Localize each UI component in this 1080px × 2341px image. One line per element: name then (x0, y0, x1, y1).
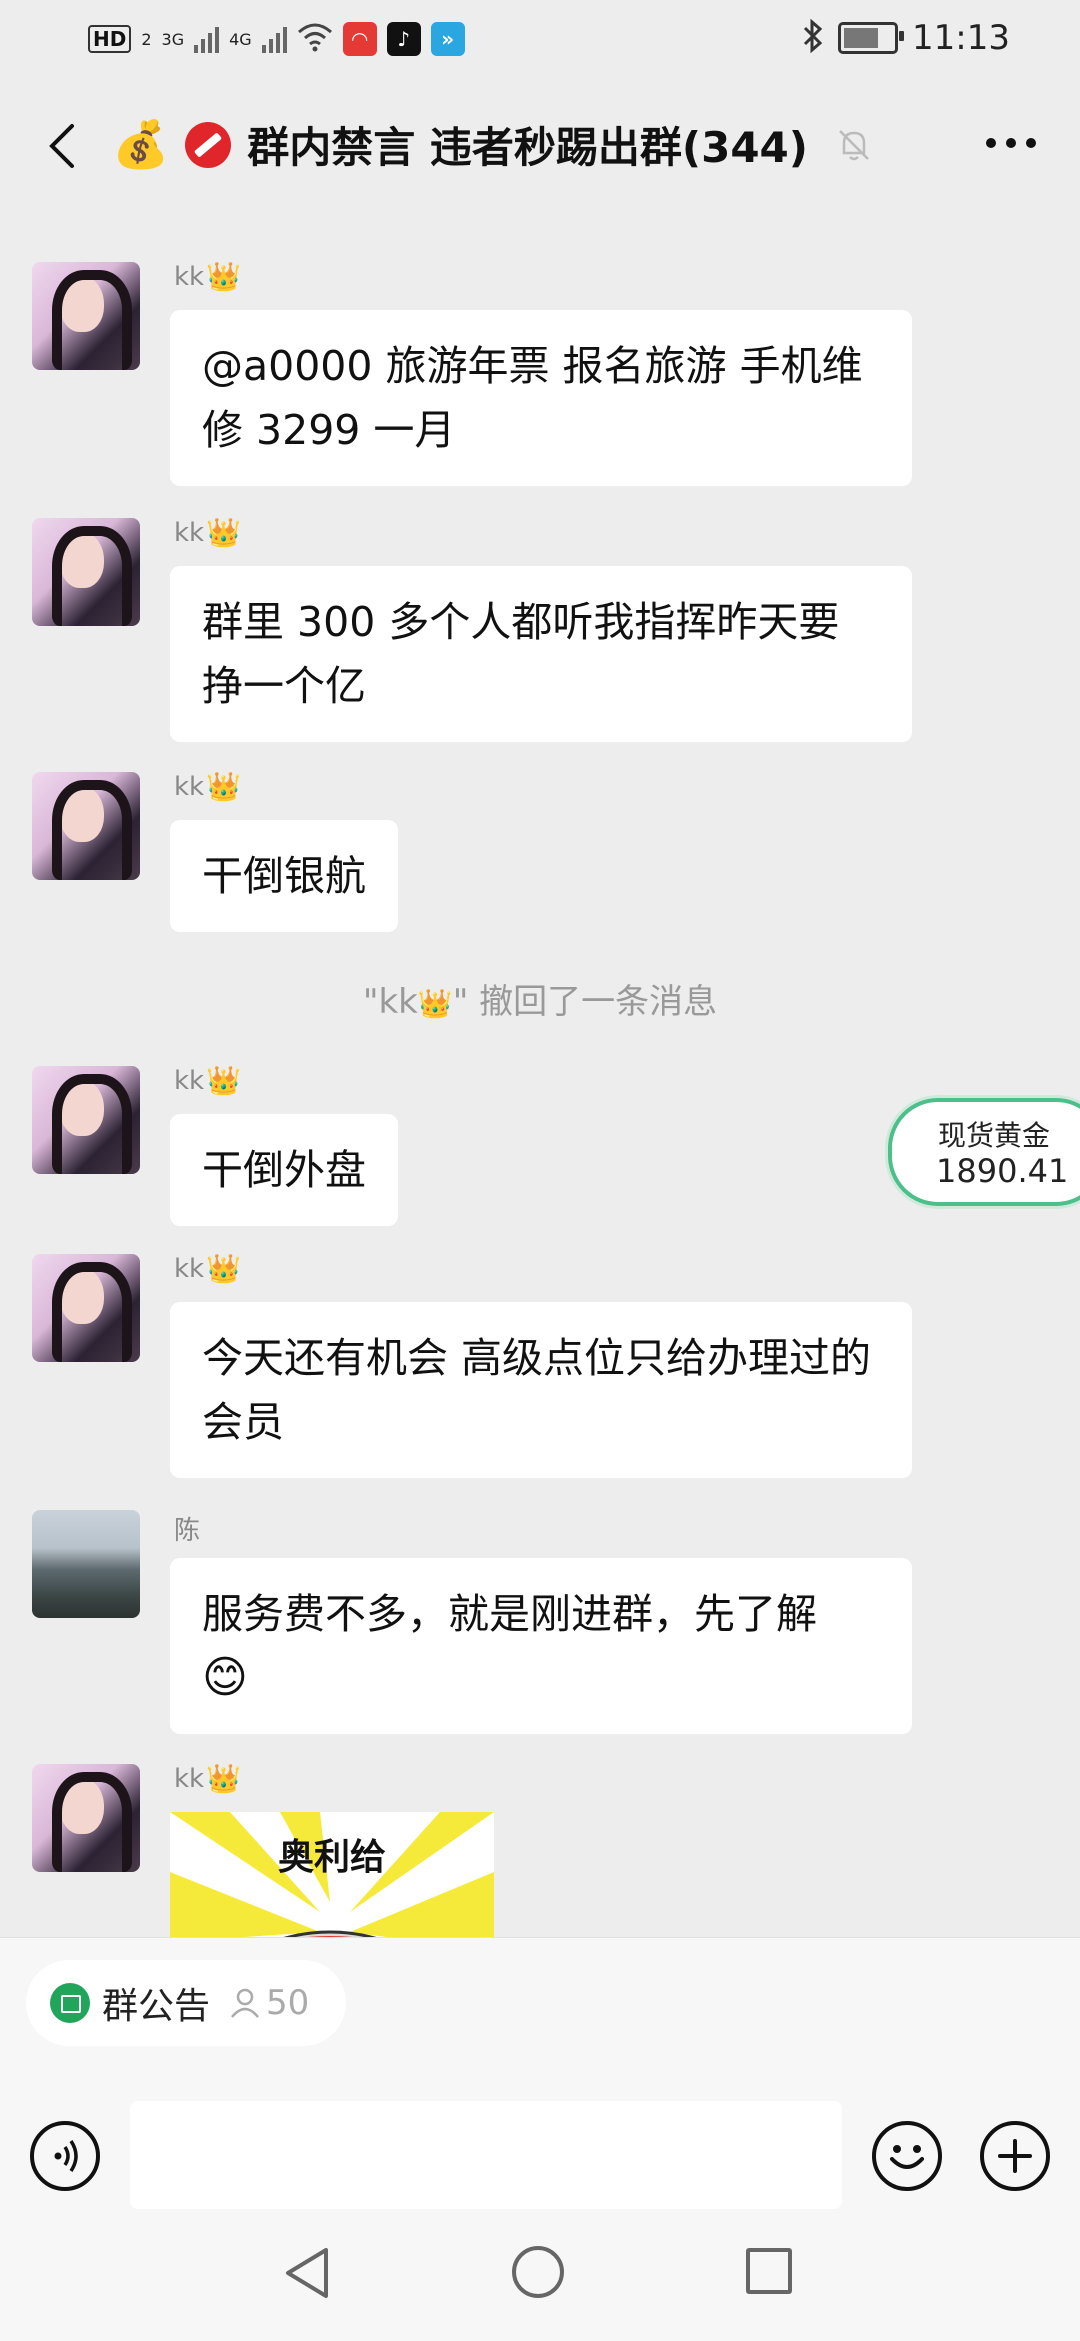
member-count: 50 (230, 1983, 309, 2023)
money-bag-icon: 💰 (112, 117, 170, 171)
more-functions-button[interactable] (980, 2121, 1050, 2191)
message-bubble[interactable]: 干倒银航 (170, 820, 398, 932)
crown-icon: 👑 (206, 516, 241, 549)
sender-name: kk 👑 (174, 770, 241, 803)
mute-bell-icon (834, 125, 874, 165)
chevron-left-icon (49, 124, 74, 168)
sender-name: 陈 (174, 1516, 201, 1546)
network-4g: 4G (229, 29, 252, 49)
chat-title[interactable]: 群内禁言 违者秒踢出群(344) (247, 114, 808, 175)
message-bubble[interactable]: 干倒外盘 (170, 1114, 398, 1226)
hd-indicator: HD (88, 25, 132, 53)
crown-icon: 👑 (206, 1064, 241, 1097)
dot-icon (1006, 138, 1016, 148)
avatar[interactable] (32, 772, 140, 880)
sender-name: kk 👑 (174, 260, 241, 293)
crown-icon: 👑 (206, 1762, 241, 1795)
triangle-back-icon (286, 2248, 328, 2298)
gold-label: 现货黄金 (938, 1119, 1051, 1152)
message-bubble[interactable]: @a0000 旅游年票 报名旅游 手机维修 3299 一月 (170, 310, 912, 486)
wifi-icon (297, 22, 333, 56)
sender-name: kk 👑 (174, 1252, 241, 1285)
nav-back-button[interactable] (282, 2246, 332, 2304)
signal-icon (261, 25, 287, 53)
system-recall-notice: "kk👑" 撤回了一条消息 (362, 982, 718, 1022)
message-bubble[interactable]: 群里 300 多个人都听我指挥昨天要挣一个亿 (170, 566, 912, 742)
smiley-icon (890, 2145, 924, 2169)
avatar[interactable] (32, 1254, 140, 1362)
hd-sub: 2 (141, 29, 152, 49)
voice-input-button[interactable] (30, 2121, 100, 2191)
tiktok-icon: ♪ (386, 22, 421, 56)
chat-header: 💰 群内禁言 违者秒踢出群(344) (0, 80, 1080, 214)
notice-label: 群公告 (102, 1986, 211, 2027)
voice-icon (54, 2140, 78, 2172)
sender-name: kk 👑 (174, 1762, 241, 1795)
member-count-value: 50 (266, 1983, 310, 2023)
message-list[interactable]: kk 👑 @a0000 旅游年票 报名旅游 手机维修 3299 一月 kk 👑 群里… (0, 214, 1080, 1937)
bluetooth-icon (802, 18, 824, 57)
avatar[interactable] (32, 1764, 140, 1872)
emoji-button[interactable] (872, 2121, 942, 2191)
more-options-button[interactable] (986, 138, 1036, 148)
avatar[interactable] (32, 262, 140, 370)
message-input[interactable] (130, 2101, 842, 2209)
app-notification-icon: » (430, 22, 465, 56)
announcement-icon (50, 1983, 90, 2023)
group-notice-chip[interactable]: 群公告 50 (26, 1960, 346, 2046)
system-navigation-bar (0, 2216, 1080, 2341)
no-entry-icon (185, 121, 232, 168)
nav-home-button[interactable] (512, 2246, 564, 2298)
person-icon (231, 1988, 259, 2018)
crown-icon: 👑 (417, 987, 453, 1020)
battery-icon (838, 22, 905, 54)
crown-icon: 👑 (206, 1252, 241, 1285)
gold-price-widget[interactable]: 现货黄金 1890.41 (888, 1098, 1080, 1206)
bottom-panel: 群公告 50 (0, 1937, 1080, 2341)
crown-icon: 👑 (206, 770, 241, 803)
sticker-image[interactable]: 奥利给 (170, 1812, 494, 1937)
app-notification-icon: ◠ (342, 22, 377, 56)
clock: 11:13 (912, 18, 1010, 58)
dot-icon (1026, 138, 1036, 148)
status-bar: HD 2 3G 4G ◠ ♪ » 11:13 (0, 0, 1080, 80)
smile-emoji-icon: 😊 (202, 1652, 248, 1703)
avatar[interactable] (32, 1510, 140, 1618)
dot-icon (986, 138, 996, 148)
message-bubble[interactable]: 服务费不多，就是刚进群，先了解 😊 (170, 1558, 912, 1734)
message-bubble[interactable]: 今天还有机会 高级点位只给办理过的会员 (170, 1302, 912, 1478)
crown-icon: 👑 (206, 260, 241, 293)
input-bar (0, 2086, 1080, 2216)
back-button[interactable] (38, 120, 90, 172)
network-3g: 3G (161, 29, 185, 49)
sender-name: kk 👑 (174, 1064, 241, 1097)
avatar[interactable] (32, 518, 140, 626)
signal-icon (194, 25, 220, 53)
nav-recent-apps-button[interactable] (746, 2248, 792, 2294)
gold-price: 1890.41 (936, 1152, 1069, 1190)
sender-name: kk 👑 (174, 516, 241, 549)
avatar[interactable] (32, 1066, 140, 1174)
plus-icon (998, 2139, 1032, 2173)
sticker-caption: 奥利给 (278, 1837, 387, 1878)
